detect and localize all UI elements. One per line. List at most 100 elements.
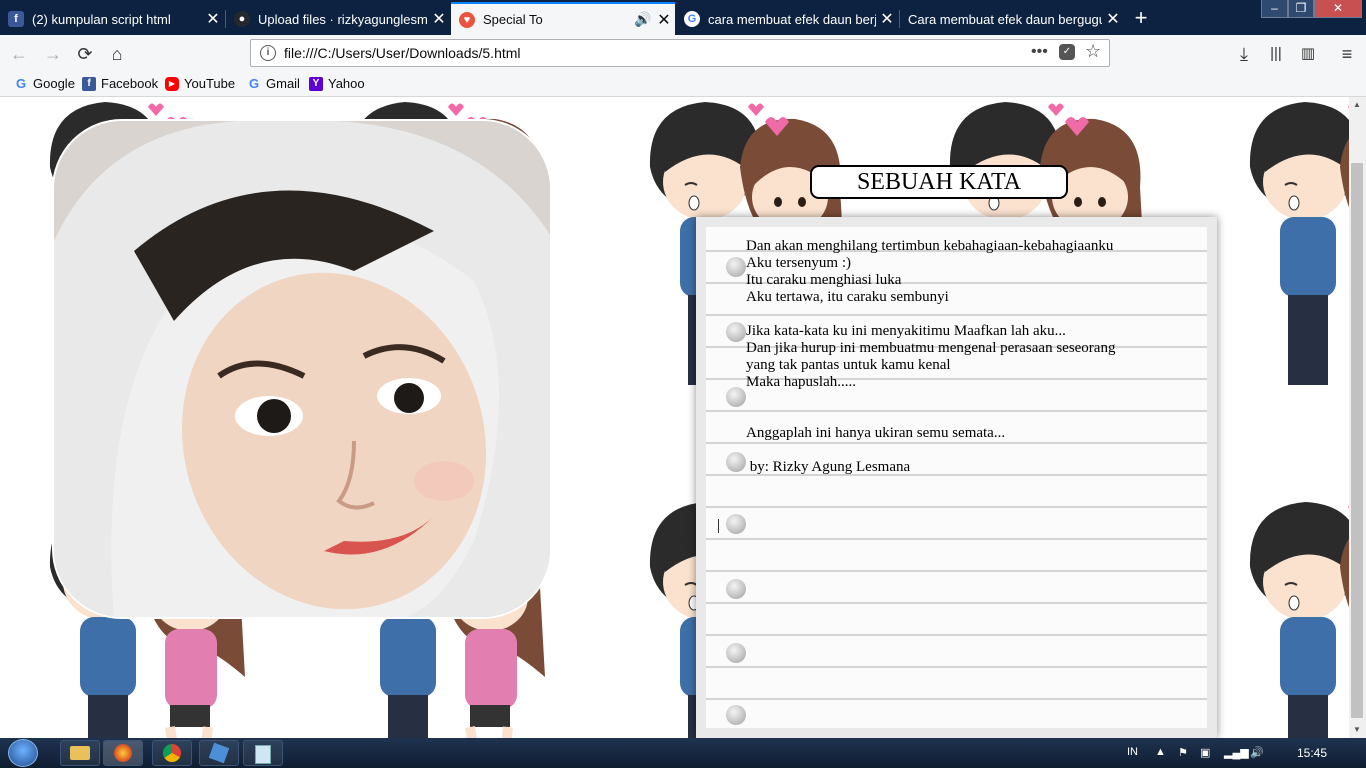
facebook-icon: f xyxy=(8,11,24,27)
start-button[interactable] xyxy=(8,739,38,767)
heart-icon: ♥ xyxy=(459,11,475,28)
network-adapter-icon[interactable]: ▣ xyxy=(1200,746,1210,759)
google-icon: G xyxy=(15,76,27,91)
menu-icon[interactable]: ≡ xyxy=(1334,41,1360,67)
poem-line xyxy=(746,306,1115,323)
tab-github[interactable]: ● Upload files · rizkyagunglesmana ✕ xyxy=(226,3,450,35)
library-icon[interactable]: ||| xyxy=(1263,41,1289,67)
text-caret xyxy=(718,519,719,533)
bookmark-google[interactable]: G Google xyxy=(14,76,75,91)
scrollbar-thumb[interactable] xyxy=(1351,163,1363,718)
bookmark-label: YouTube xyxy=(184,76,236,91)
volume-icon[interactable]: 🔊 xyxy=(1250,746,1264,759)
tab-title: Upload files · rizkyagunglesmana xyxy=(258,11,428,27)
poem-line: Maka hapuslah..... xyxy=(746,374,856,390)
binder-hole-icon xyxy=(726,579,746,599)
bookmark-youtube[interactable]: ▶ YouTube xyxy=(165,76,235,91)
poem-line xyxy=(746,442,1115,459)
binder-hole-icon xyxy=(726,322,746,342)
youtube-icon: ▶ xyxy=(165,76,179,91)
downloads-icon[interactable]: ⤓ xyxy=(1231,41,1257,67)
page-content: SEBUAH KATA Dan akan menghilang tertimbu… xyxy=(0,97,1349,738)
scroll-down-icon[interactable]: ▼ xyxy=(1353,725,1361,734)
forward-button[interactable]: → xyxy=(40,41,66,67)
firefox-icon[interactable] xyxy=(103,740,143,766)
tab-title: Special To xyxy=(483,12,543,27)
url-bar[interactable]: i file:///C:/Users/User/Downloads/5.html… xyxy=(250,39,1110,67)
google-icon: G xyxy=(684,11,700,27)
bookmark-facebook[interactable]: f Facebook xyxy=(82,76,158,91)
poem-line: Itu caraku menghiasi luka xyxy=(746,272,902,288)
virtualbox-icon[interactable] xyxy=(199,740,239,766)
poem-line xyxy=(746,391,1115,408)
scroll-up-icon[interactable]: ▲ xyxy=(1353,100,1361,109)
profile-photo xyxy=(52,119,552,619)
bookmark-label: Yahoo xyxy=(328,76,365,91)
bookmark-gmail[interactable]: G Gmail xyxy=(247,76,300,91)
facebook-icon: f xyxy=(82,76,96,91)
back-button[interactable]: ← xyxy=(6,41,32,67)
close-tab-icon[interactable]: ✕ xyxy=(428,9,450,29)
binder-hole-icon xyxy=(726,257,746,277)
maximize-button[interactable]: ❐ xyxy=(1288,0,1314,18)
minimize-button[interactable]: – xyxy=(1261,0,1288,18)
tab-title: cara membuat efek daun berjatuhan xyxy=(708,11,876,27)
signal-icon[interactable]: ▂▄▆ xyxy=(1224,746,1249,759)
poem-signature: by: Rizky Agung Lesmana xyxy=(746,459,911,475)
new-tab-button[interactable]: + xyxy=(1128,5,1154,31)
poem-line: Anggaplah ini hanya ukiran semu semata..… xyxy=(746,425,1006,441)
poem-text[interactable]: Dan akan menghilang tertimbun kebahagiaa… xyxy=(746,238,1115,476)
poem-line: Dan akan menghilang tertimbun kebahagiaa… xyxy=(746,238,1114,254)
bookmarks-toolbar: G Google f Facebook ▶ YouTube G Gmail Y … xyxy=(0,72,1366,97)
speaker-icon[interactable]: 🔊 xyxy=(633,11,653,28)
language-indicator[interactable]: IN xyxy=(1127,746,1138,758)
windows-taskbar: IN ▲ ⚑ ▣ ▂▄▆ 🔊 15:45 xyxy=(0,738,1366,768)
notebook-paper: Dan akan menghilang tertimbun kebahagiaa… xyxy=(696,217,1217,738)
page-scrollbar[interactable]: ▲ ▼ xyxy=(1349,97,1366,738)
url-text[interactable]: file:///C:/Users/User/Downloads/5.html xyxy=(284,45,521,61)
chrome-icon[interactable] xyxy=(152,740,192,766)
flag-icon[interactable]: ⚑ xyxy=(1178,746,1188,759)
poem-line xyxy=(746,408,1115,425)
page-title: SEBUAH KATA xyxy=(810,165,1068,199)
poem-line: yang tak pantas untuk kamu kenal xyxy=(746,357,951,373)
close-tab-icon[interactable]: ✕ xyxy=(202,9,224,29)
tab-google-search[interactable]: G cara membuat efek daun berjatuhan ✕ xyxy=(676,3,898,35)
binder-hole-icon xyxy=(726,705,746,725)
yahoo-icon: Y xyxy=(309,76,323,91)
page-actions-icon[interactable]: ••• xyxy=(1031,43,1048,61)
clock[interactable]: 15:45 xyxy=(1297,746,1327,760)
poem-line: Aku tertawa, itu caraku sembunyi xyxy=(746,289,949,305)
tab-title: Cara membuat efek daun berguguran xyxy=(908,11,1102,27)
navigation-toolbar: ← → ⟳ ⌂ i file:///C:/Users/User/Download… xyxy=(0,35,1366,72)
tab-special-to[interactable]: ♥ Special To 🔊 ✕ xyxy=(451,2,675,35)
sidebar-icon[interactable]: ▥ xyxy=(1295,41,1321,67)
pocket-icon[interactable]: ✓ xyxy=(1059,44,1075,60)
binder-hole-icon xyxy=(726,452,746,472)
close-tab-icon[interactable]: ✕ xyxy=(653,10,675,30)
bookmark-star-icon[interactable]: ☆ xyxy=(1085,41,1101,62)
info-icon[interactable]: i xyxy=(260,45,276,61)
binder-hole-icon xyxy=(726,387,746,407)
google-icon: G xyxy=(248,76,260,91)
bookmark-label: Gmail xyxy=(266,76,300,91)
tab-strip: f (2) kumpulan script html ✕ ● Upload fi… xyxy=(0,0,1366,35)
binder-hole-icon xyxy=(726,643,746,663)
close-window-button[interactable]: ✕ xyxy=(1314,0,1362,18)
poem-line: Dan jika hurup ini membuatmu mengenal pe… xyxy=(746,340,1116,356)
bookmark-label: Google xyxy=(33,76,75,91)
close-tab-icon[interactable]: ✕ xyxy=(1102,9,1124,29)
bookmark-yahoo[interactable]: Y Yahoo xyxy=(309,76,365,91)
notepad-icon[interactable] xyxy=(243,740,283,766)
tab-title: (2) kumpulan script html xyxy=(32,11,171,27)
poem-line: Aku tersenyum :) xyxy=(746,255,851,271)
github-icon: ● xyxy=(234,11,250,27)
explorer-icon[interactable] xyxy=(60,740,100,766)
tab-facebook[interactable]: f (2) kumpulan script html ✕ xyxy=(0,3,224,35)
show-hidden-icons-icon[interactable]: ▲ xyxy=(1155,746,1166,758)
poem-line: Jika kata-kata ku ini menyakitimu Maafka… xyxy=(746,323,1066,339)
reload-button[interactable]: ⟳ xyxy=(72,41,98,67)
tab-blogger[interactable]: Cara membuat efek daun berguguran ✕ xyxy=(900,3,1124,35)
close-tab-icon[interactable]: ✕ xyxy=(876,9,898,29)
home-button[interactable]: ⌂ xyxy=(104,41,130,67)
